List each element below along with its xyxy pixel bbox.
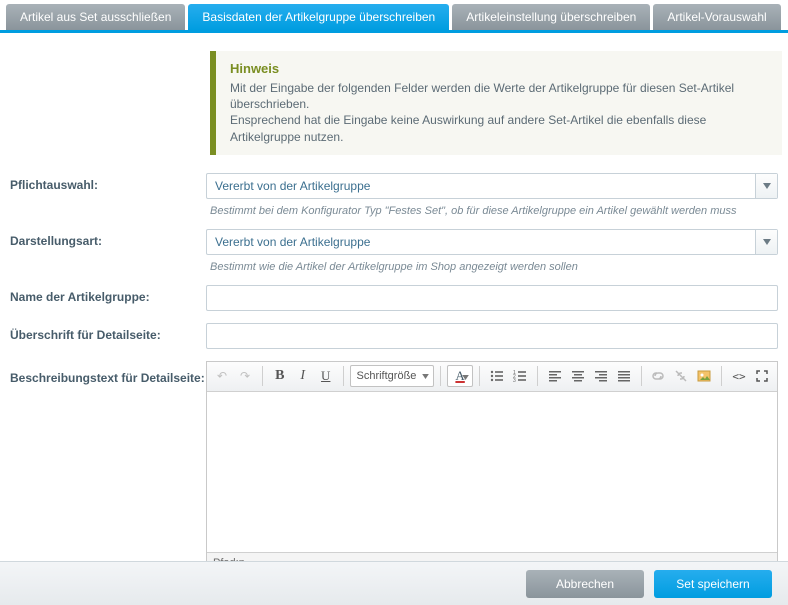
- italic-button[interactable]: I: [292, 365, 314, 387]
- label-ueberschrift: Überschrift für Detailseite:: [10, 323, 206, 342]
- label-name: Name der Artikelgruppe:: [10, 285, 206, 304]
- align-center-icon[interactable]: [567, 365, 589, 387]
- fontsize-select[interactable]: Schriftgröße: [350, 365, 435, 387]
- editor-body[interactable]: [207, 392, 777, 552]
- undo-icon[interactable]: ↶: [211, 365, 233, 387]
- tab-override-basedata[interactable]: Basisdaten der Artikelgruppe überschreib…: [188, 4, 449, 30]
- rich-text-editor: ↶ ↷ B I U Schriftgröße: [206, 361, 778, 575]
- chevron-down-icon: [422, 370, 429, 382]
- button-bar: Abbrechen Set speichern: [0, 561, 788, 605]
- help-darstellungsart: Bestimmt wie die Artikel der Artikelgrup…: [210, 261, 778, 273]
- editor-toolbar: ↶ ↷ B I U Schriftgröße: [207, 362, 777, 392]
- hint-title: Hinweis: [230, 61, 768, 76]
- label-pflichtauswahl: Pflichtauswahl:: [10, 173, 206, 192]
- numbered-list-icon[interactable]: 123: [509, 365, 531, 387]
- align-justify-icon[interactable]: [613, 365, 635, 387]
- unlink-icon[interactable]: [670, 365, 692, 387]
- redo-icon[interactable]: ↷: [234, 365, 256, 387]
- help-pflichtauswahl: Bestimmt bei dem Konfigurator Typ "Feste…: [210, 205, 778, 217]
- combo-pflichtauswahl[interactable]: [206, 173, 778, 199]
- chevron-down-icon: [462, 369, 469, 383]
- input-ueberschrift[interactable]: [206, 323, 778, 349]
- svg-text:3: 3: [513, 378, 516, 383]
- save-button[interactable]: Set speichern: [654, 570, 772, 598]
- tab-article-preselection[interactable]: Artikel-Vorauswahl: [653, 4, 780, 30]
- bold-button[interactable]: B: [269, 365, 291, 387]
- tab-exclude-articles[interactable]: Artikel aus Set ausschließen: [6, 4, 185, 30]
- combo-darstellungsart-input[interactable]: [207, 230, 755, 254]
- bullet-list-icon[interactable]: [486, 365, 508, 387]
- hint-body: Mit der Eingabe der folgenden Felder wer…: [230, 80, 768, 145]
- image-icon[interactable]: [693, 365, 715, 387]
- tab-override-article-settings[interactable]: Artikeleinstellung überschreiben: [452, 4, 650, 30]
- align-right-icon[interactable]: [590, 365, 612, 387]
- combo-darstellungsart[interactable]: [206, 229, 778, 255]
- link-icon[interactable]: [647, 365, 669, 387]
- text-color-button[interactable]: A: [447, 365, 473, 387]
- underline-button[interactable]: U: [315, 365, 337, 387]
- source-code-icon[interactable]: <>: [728, 365, 750, 387]
- tab-bar: Artikel aus Set ausschließen Basisdaten …: [0, 0, 788, 33]
- content-area: Hinweis Mit der Eingabe der folgenden Fe…: [0, 33, 788, 591]
- chevron-down-icon[interactable]: [755, 230, 777, 254]
- combo-pflichtauswahl-input[interactable]: [207, 174, 755, 198]
- input-name[interactable]: [206, 285, 778, 311]
- align-left-icon[interactable]: [544, 365, 566, 387]
- label-darstellungsart: Darstellungsart:: [10, 229, 206, 248]
- label-beschreibung: Beschreibungstext für Detailseite:: [10, 361, 206, 385]
- chevron-down-icon[interactable]: [755, 174, 777, 198]
- fullscreen-icon[interactable]: [751, 365, 773, 387]
- hint-box: Hinweis Mit der Eingabe der folgenden Fe…: [210, 51, 782, 155]
- cancel-button[interactable]: Abbrechen: [526, 570, 644, 598]
